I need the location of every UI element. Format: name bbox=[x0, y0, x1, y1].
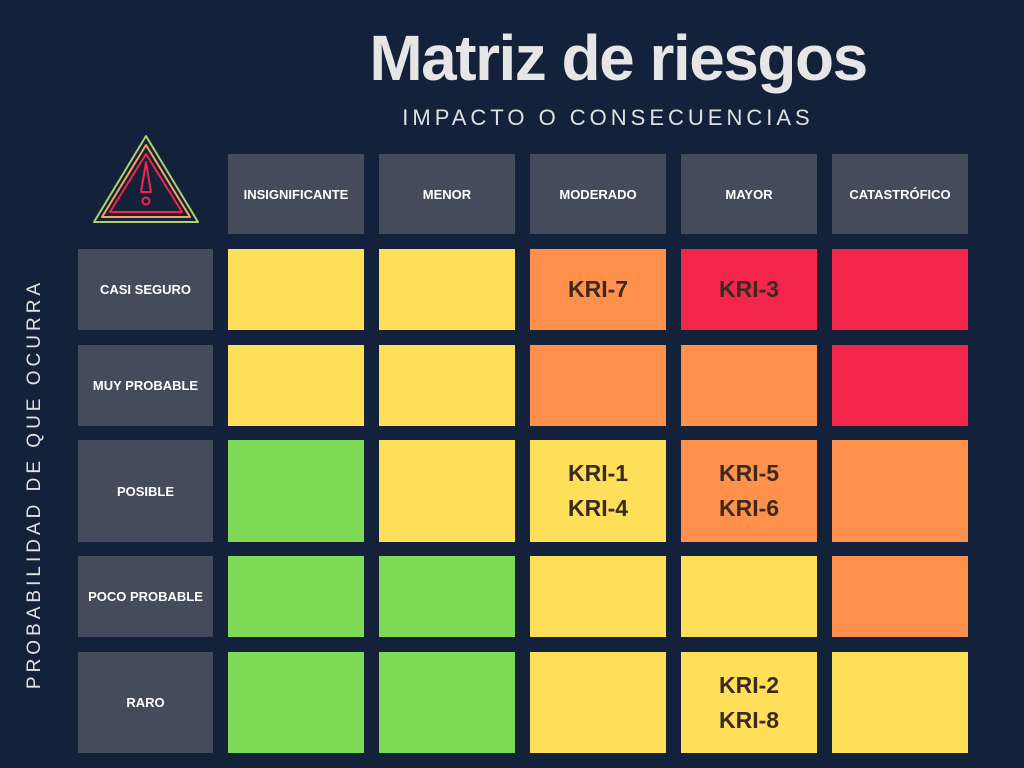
risk-item-label: KRI-8 bbox=[718, 706, 780, 733]
row-header: CASI SEGURO bbox=[78, 249, 213, 330]
risk-cell bbox=[832, 556, 968, 637]
risk-cell bbox=[530, 652, 666, 753]
row-header: POCO PROBABLE bbox=[78, 556, 213, 637]
risk-cell bbox=[228, 345, 364, 426]
column-header: INSIGNIFICANTE bbox=[228, 154, 364, 234]
risk-cell bbox=[832, 345, 968, 426]
risk-item-label: KRI-1 bbox=[567, 460, 629, 486]
row-header: MUY PROBABLE bbox=[78, 345, 213, 426]
risk-item-label: KRI-6 bbox=[718, 495, 780, 521]
risk-item-label: KRI-4 bbox=[567, 495, 629, 521]
row-header: POSIBLE bbox=[78, 440, 213, 542]
warning-icon bbox=[93, 135, 199, 223]
risk-cell bbox=[832, 652, 968, 753]
risk-item-label: KRI-2 bbox=[718, 671, 780, 698]
risk-item-label: KRI-3 bbox=[718, 276, 780, 302]
risk-cell bbox=[379, 345, 515, 426]
column-header: MODERADO bbox=[530, 154, 666, 234]
risk-cell bbox=[379, 440, 515, 542]
risk-cell bbox=[379, 652, 515, 753]
x-axis-label: IMPACTO O CONSECUENCIAS bbox=[402, 105, 814, 130]
column-header: MENOR bbox=[379, 154, 515, 234]
page-title: Matriz de riesgos bbox=[369, 22, 868, 94]
column-header: MAYOR bbox=[681, 154, 817, 234]
risk-cell bbox=[681, 345, 817, 426]
row-header: RARO bbox=[78, 652, 213, 753]
risk-cell bbox=[530, 345, 666, 426]
risk-cell bbox=[228, 652, 364, 753]
risk-cell: KRI-5 KRI-6 bbox=[681, 440, 817, 542]
risk-item-label: KRI-5 bbox=[718, 460, 780, 486]
column-header: CATASTRÓFICO bbox=[832, 154, 968, 234]
risk-cell: KRI-7 bbox=[530, 249, 666, 330]
risk-cell bbox=[228, 440, 364, 542]
risk-cell: KRI-1 KRI-4 bbox=[530, 440, 666, 542]
risk-cell bbox=[832, 249, 968, 330]
risk-cell bbox=[379, 556, 515, 637]
risk-cell bbox=[832, 440, 968, 542]
risk-cell bbox=[228, 249, 364, 330]
risk-cell: KRI-3 bbox=[681, 249, 817, 330]
risk-cell bbox=[530, 556, 666, 637]
risk-cell bbox=[681, 556, 817, 637]
y-axis-label: PROBABILIDAD DE QUE OCURRA bbox=[24, 278, 45, 690]
risk-cell bbox=[228, 556, 364, 637]
risk-cell bbox=[379, 249, 515, 330]
risk-cell: KRI-2 KRI-8 bbox=[681, 652, 817, 753]
risk-item-label: KRI-7 bbox=[567, 276, 629, 302]
